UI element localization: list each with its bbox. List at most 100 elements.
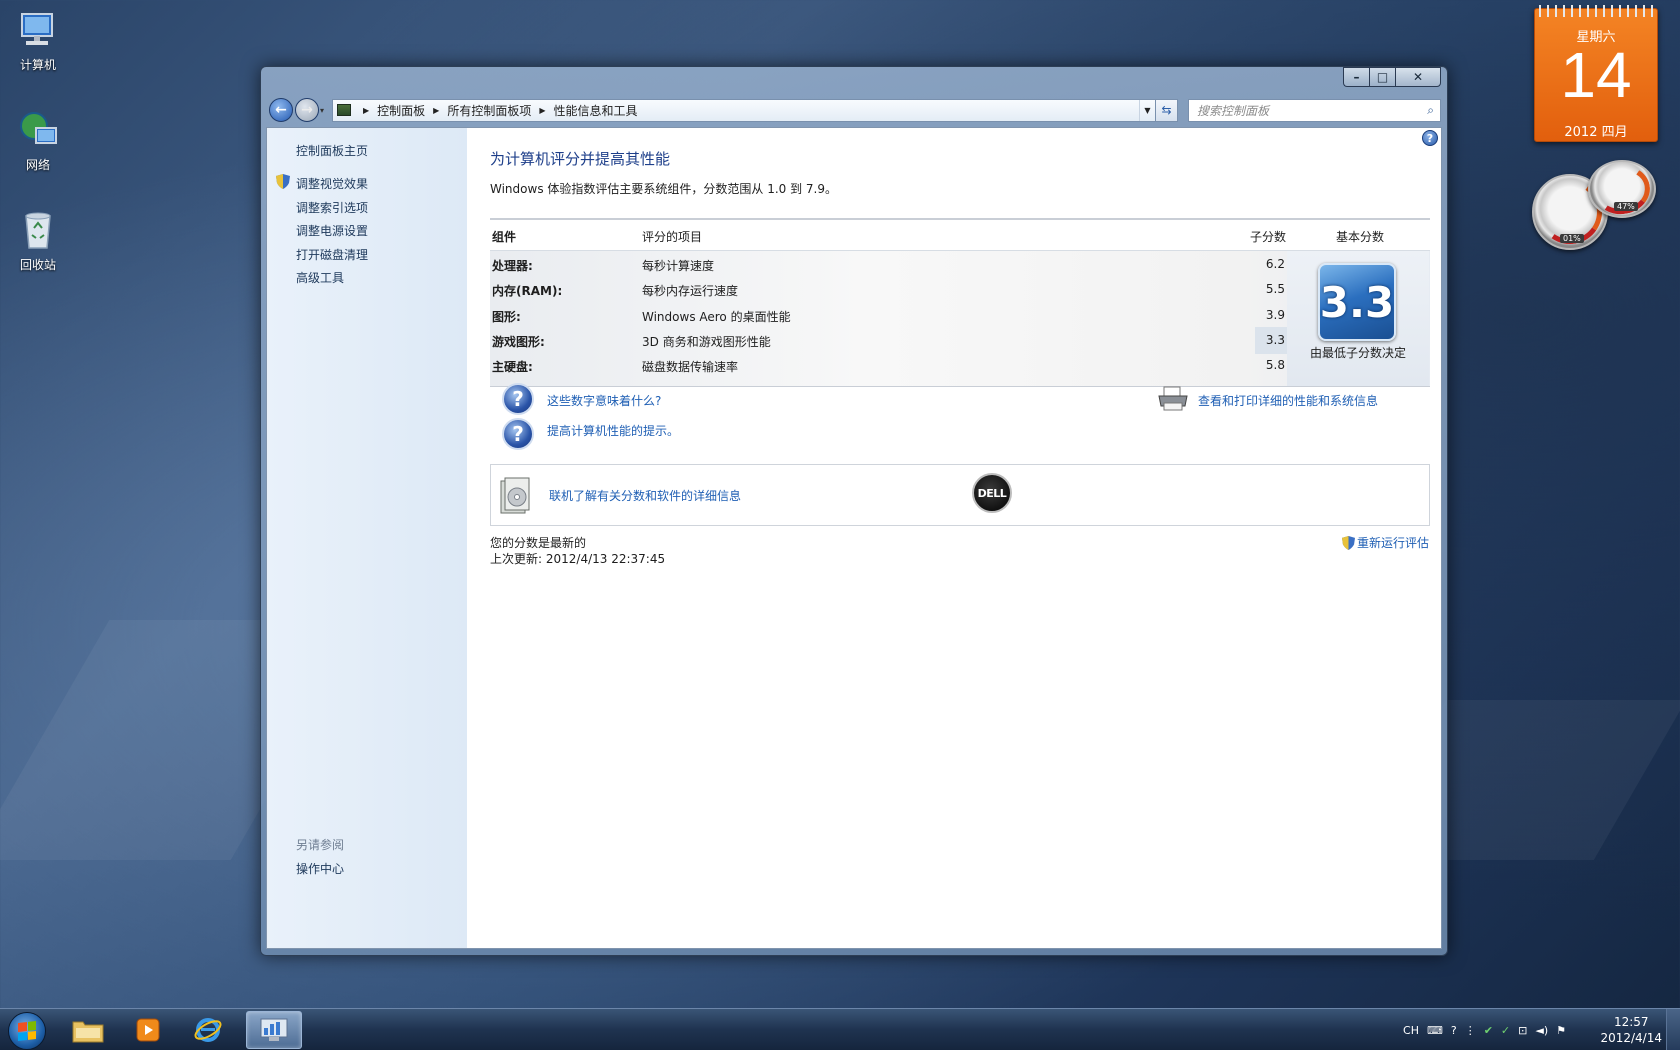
row-component: 主硬盘: <box>492 360 533 374</box>
help-icon[interactable]: ? <box>1451 1024 1457 1037</box>
rerun-assessment-link[interactable]: 重新运行评估 <box>1341 534 1429 551</box>
link-online-info[interactable]: 联机了解有关分数和软件的详细信息 <box>549 487 741 504</box>
address-bar[interactable]: ▶ 控制面板 ▶ 所有控制面板项 ▶ 性能信息和工具 ▼ <box>332 98 1156 122</box>
row-component: 内存(RAM): <box>492 284 563 298</box>
link-adjust-visual-effects[interactable]: 调整视觉效果 <box>296 175 368 192</box>
software-box-icon <box>500 477 530 514</box>
link-open-disk-cleanup[interactable]: 打开磁盘清理 <box>296 246 368 263</box>
breadcrumb-separator-icon[interactable]: ▶ <box>539 106 545 115</box>
breadcrumb-control-panel[interactable]: 控制面板 <box>377 102 425 119</box>
volume-icon[interactable]: ◄) <box>1535 1024 1548 1037</box>
base-score-panel: 3.3 由最低子分数决定 <box>1287 251 1429 386</box>
task-pane: 控制面板主页 调整视觉效果 调整索引选项 调整电源设置 打开磁盘清理 高级工具 … <box>267 128 467 948</box>
taskbar-control-panel-button[interactable] <box>246 1011 302 1049</box>
link-adjust-indexing-options[interactable]: 调整索引选项 <box>296 199 368 216</box>
search-icon[interactable]: ⌕ <box>1427 103 1434 118</box>
link-advanced-tools[interactable]: 高级工具 <box>296 269 344 286</box>
address-history-dropdown[interactable]: ▼ <box>1139 99 1155 121</box>
update-icon[interactable]: ✓ <box>1501 1024 1510 1037</box>
tray-menu-icon[interactable]: ⋮ <box>1465 1024 1476 1037</box>
row-component: 处理器: <box>492 259 533 273</box>
window-caption-buttons: – □ ✕ <box>1343 67 1441 87</box>
breadcrumb-separator-icon[interactable]: ▶ <box>363 106 369 115</box>
base-score-badge: 3.3 <box>1318 263 1396 341</box>
security-icon[interactable]: ✔ <box>1484 1024 1493 1037</box>
desktop-icon-computer[interactable]: 计算机 <box>0 8 76 73</box>
navigation-bar: ← → ▾ ▶ 控制面板 ▶ 所有控制面板项 ▶ 性能信息和工具 ▼ ⇆ 搜索控… <box>269 97 1441 123</box>
arrow-right-icon: → <box>301 102 313 118</box>
window-content: 控制面板主页 调整视觉效果 调整索引选项 调整电源设置 打开磁盘清理 高级工具 … <box>266 127 1442 949</box>
row-subscore: 3.9 <box>1265 308 1285 322</box>
minimize-button[interactable]: – <box>1343 67 1369 87</box>
row-item: 每秒内存运行速度 <box>642 284 739 298</box>
printer-icon <box>1158 386 1188 411</box>
rerun-assessment-label: 重新运行评估 <box>1356 536 1429 550</box>
row-subscore: 5.8 <box>1265 358 1285 372</box>
desktop-icon-network[interactable]: 网络 <box>0 108 76 173</box>
main-content: ? 为计算机评分并提高其性能 Windows 体验指数评估主要系统组件，分数范围… <box>468 128 1441 948</box>
control-panel-icon <box>337 104 351 116</box>
breadcrumb-separator-icon[interactable]: ▶ <box>433 106 439 115</box>
row-item: Windows Aero 的桌面性能 <box>642 310 791 324</box>
start-button[interactable] <box>8 1012 46 1050</box>
calendar-gadget[interactable]: 星期六 14 2012 四月 <box>1534 5 1658 142</box>
taskbar-clock[interactable]: 12:57 2012/4/14 <box>1600 1014 1662 1046</box>
network-icon <box>20 112 57 144</box>
calendar-rings <box>1539 5 1653 17</box>
forward-button[interactable]: → <box>295 98 319 122</box>
recent-pages-dropdown[interactable]: ▾ <box>320 106 330 115</box>
link-control-panel-home[interactable]: 控制面板主页 <box>296 142 368 159</box>
page-title: 为计算机评分并提高其性能 <box>490 150 671 168</box>
maximize-button[interactable]: □ <box>1369 67 1395 87</box>
see-also-heading: 另请参阅 <box>296 838 345 852</box>
action-center-flag-icon[interactable]: ⚑ <box>1556 1024 1566 1037</box>
chevron-down-icon: ▾ <box>320 105 325 115</box>
help-icon[interactable]: ? <box>1422 130 1438 146</box>
taskbar-media-player-button[interactable] <box>120 1011 176 1049</box>
online-info-box: 联机了解有关分数和软件的详细信息 DELL <box>490 464 1430 526</box>
question-icon: ? <box>502 418 534 450</box>
search-placeholder: 搜索控制面板 <box>1197 103 1270 118</box>
header-subscore: 子分数 <box>1249 230 1286 244</box>
uac-shield-icon <box>276 174 290 189</box>
chevron-down-icon: ▼ <box>1144 105 1151 115</box>
cpu-usage-value: 01% <box>1560 234 1584 243</box>
arrow-left-icon: ← <box>275 102 287 118</box>
page-description: Windows 体验指数评估主要系统组件，分数范围从 1.0 到 7.9。 <box>490 182 837 196</box>
row-item: 每秒计算速度 <box>642 259 715 273</box>
row-subscore: 5.5 <box>1265 282 1285 296</box>
recycle-bin-icon <box>25 212 51 249</box>
table-body: 处理器: 每秒计算速度 6.2 内存(RAM): 每秒内存运行速度 5.5 图形… <box>490 250 1430 387</box>
folder-icon <box>72 1021 104 1043</box>
row-subscore-lowest: 3.3 <box>1255 327 1287 354</box>
link-adjust-power-settings[interactable]: 调整电源设置 <box>296 222 368 239</box>
refresh-icon: ⇆ <box>1161 103 1172 117</box>
header-rated-item: 评分的项目 <box>642 230 703 244</box>
breadcrumb-performance[interactable]: 性能信息和工具 <box>554 102 638 119</box>
network-icon[interactable]: ⊡ <box>1518 1024 1527 1037</box>
maximize-icon: □ <box>1376 70 1389 84</box>
link-what-numbers-mean[interactable]: 这些数字意味着什么? <box>547 392 661 409</box>
ram-meter-gauge[interactable]: 47% <box>1588 160 1656 219</box>
close-button[interactable]: ✕ <box>1395 67 1441 87</box>
desktop-icon-recycle-bin[interactable]: 回收站 <box>0 208 76 273</box>
input-language-indicator[interactable]: CH <box>1403 1024 1419 1037</box>
back-button[interactable]: ← <box>269 98 293 122</box>
breadcrumb-all-items[interactable]: 所有控制面板项 <box>447 102 531 119</box>
taskbar-internet-explorer-button[interactable] <box>180 1011 236 1049</box>
desktop-icon-label: 回收站 <box>19 258 56 272</box>
taskbar-explorer-button[interactable] <box>60 1011 116 1049</box>
refresh-button[interactable]: ⇆ <box>1156 98 1178 122</box>
link-print-details[interactable]: 查看和打印详细的性能和系统信息 <box>1198 392 1378 409</box>
table-header-divider <box>490 218 1430 220</box>
header-base-score: 基本分数 <box>1335 230 1384 244</box>
last-update: 上次更新: 2012/4/13 22:37:45 <box>490 552 666 566</box>
link-action-center[interactable]: 操作中心 <box>296 860 344 877</box>
header-component: 组件 <box>492 230 517 244</box>
row-component: 游戏图形: <box>492 335 545 349</box>
link-performance-tips[interactable]: 提高计算机性能的提示。 <box>547 422 679 439</box>
row-item: 3D 商务和游戏图形性能 <box>642 335 771 349</box>
show-desktop-button[interactable] <box>1666 1009 1680 1050</box>
keyboard-icon[interactable]: ⌨ <box>1427 1024 1443 1037</box>
search-input[interactable]: 搜索控制面板 ⌕ <box>1188 98 1441 122</box>
